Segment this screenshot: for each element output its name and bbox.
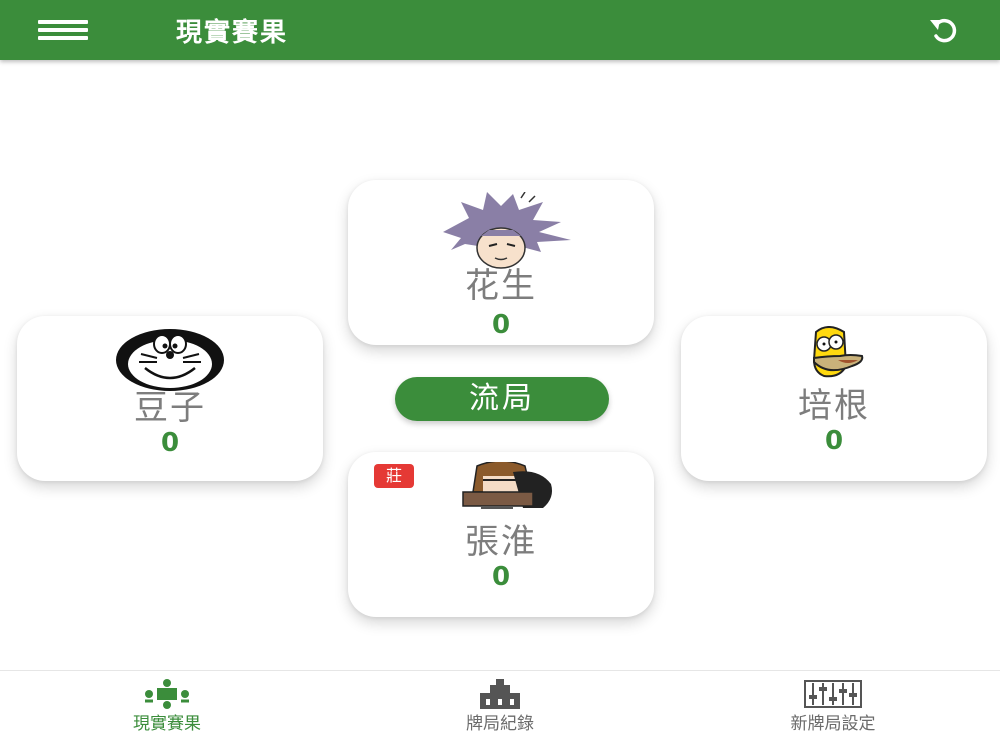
player-score: 0 — [160, 428, 180, 458]
nav-label: 新牌局設定 — [790, 714, 876, 731]
player-name: 花生 — [465, 266, 537, 306]
player-card-south[interactable]: 莊 張淮 0 — [348, 452, 654, 617]
app-bar: 現實賽果 — [0, 0, 1000, 60]
player-score: 0 — [824, 426, 844, 456]
player-name: 張淮 — [465, 522, 537, 562]
hamburger-menu-icon[interactable] — [38, 18, 90, 42]
table-players-icon — [143, 679, 191, 713]
player-score: 0 — [491, 310, 511, 340]
player-name: 豆子 — [134, 388, 206, 428]
anime-writer-avatar-icon — [443, 460, 559, 516]
bottom-navigation: 現實賽果 牌局紀錄 新牌局設定 — [0, 670, 1000, 731]
nav-label: 牌局紀錄 — [466, 714, 534, 731]
history-building-icon — [476, 679, 524, 713]
sliders-settings-icon — [803, 679, 863, 713]
player-name: 培根 — [798, 386, 870, 426]
player-card-west[interactable]: 豆子 0 — [17, 316, 323, 481]
nav-tab-live-results[interactable]: 現實賽果 — [0, 671, 334, 731]
nav-label: 現實賽果 — [133, 714, 201, 731]
dealer-badge: 莊 — [374, 464, 414, 488]
nav-tab-game-history[interactable]: 牌局紀錄 — [333, 671, 667, 731]
draw-game-button[interactable]: 流局 — [395, 377, 609, 421]
player-card-north[interactable]: 花生 0 — [348, 180, 654, 345]
player-card-east[interactable]: 培根 0 — [681, 316, 987, 481]
undo-icon[interactable] — [924, 14, 968, 46]
nav-tab-new-game-settings[interactable]: 新牌局設定 — [666, 671, 1000, 731]
player-score: 0 — [491, 562, 511, 592]
page-title: 現實賽果 — [176, 18, 289, 48]
